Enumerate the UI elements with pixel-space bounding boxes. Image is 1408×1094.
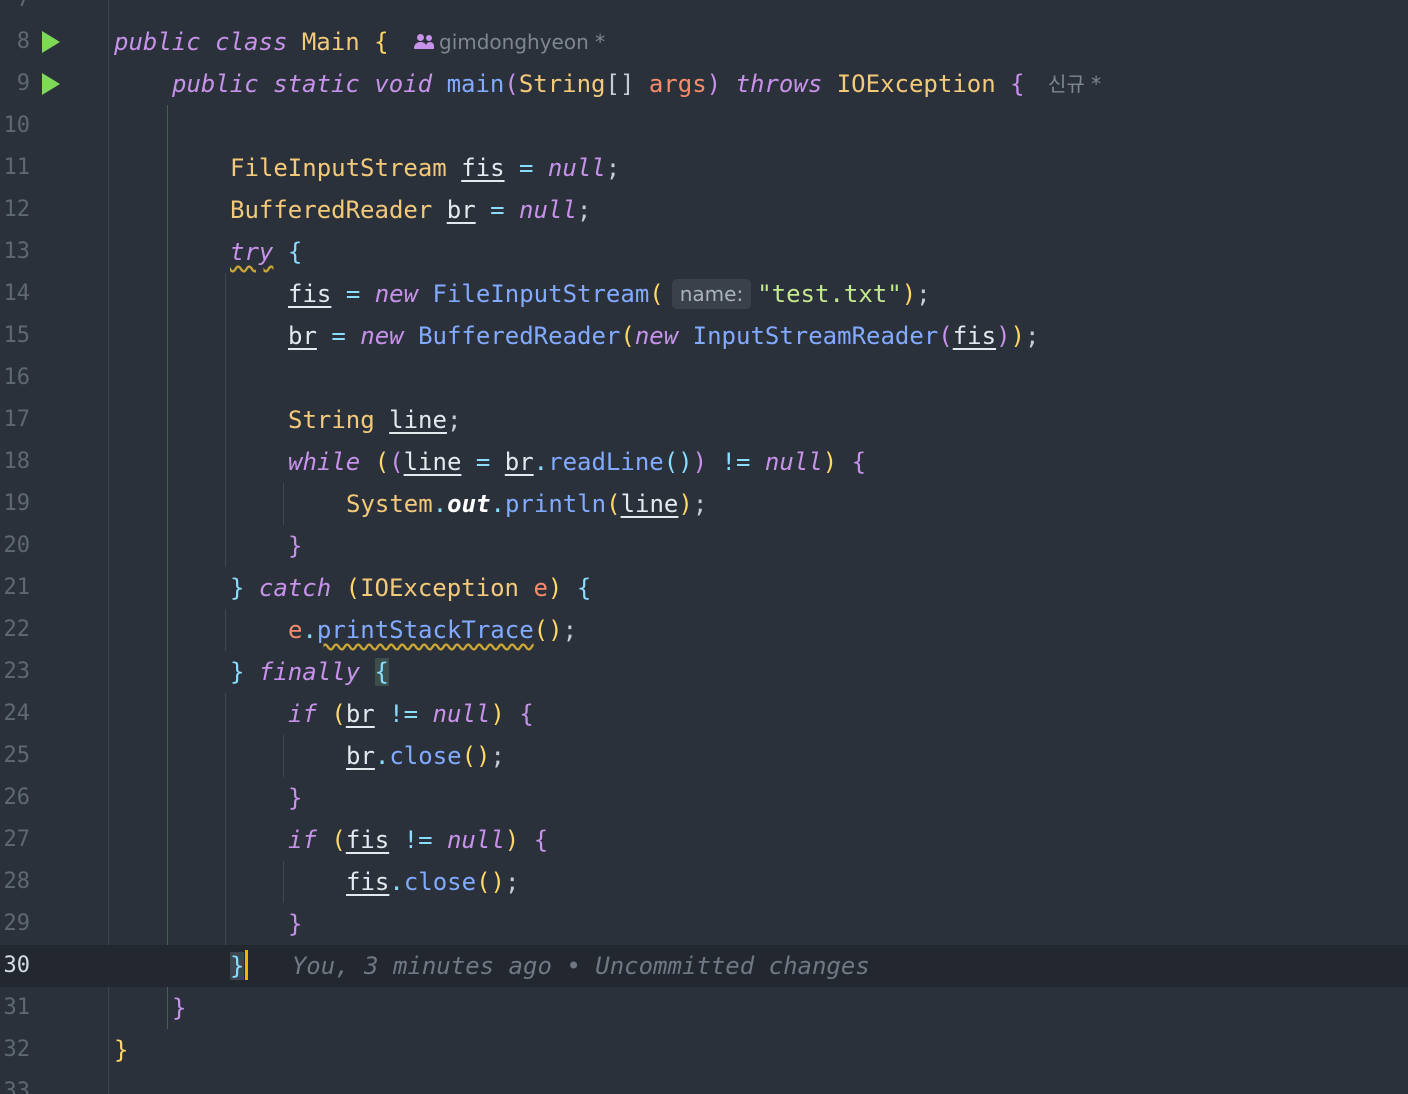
code-line[interactable]: 25 br.close();: [0, 735, 1408, 777]
code-line[interactable]: 28 fis.close();: [0, 861, 1408, 903]
line-number: 11: [3, 155, 31, 180]
line-number: 22: [3, 617, 31, 642]
code-line[interactable]: 18 while ((line = br.readLine()) != null…: [0, 441, 1408, 483]
git-blame-annotation[interactable]: You, 3 minutes ago • Uncommitted changes: [292, 952, 870, 980]
text-caret: [245, 950, 249, 980]
matched-brace: {: [374, 658, 389, 686]
line-number: 18: [3, 449, 31, 474]
line-number: 15: [3, 323, 31, 348]
line-number: 28: [3, 869, 31, 894]
code-line[interactable]: 17 String line;: [0, 399, 1408, 441]
code-line[interactable]: 19 System.out.println(line);: [0, 483, 1408, 525]
line-number: 26: [3, 785, 31, 810]
line-number: 17: [3, 407, 31, 432]
line-number: 20: [3, 533, 31, 558]
code-editor[interactable]: 7 8 public class Main { gimdonghyeon * 9…: [0, 0, 1408, 1094]
code-line[interactable]: 16: [0, 357, 1408, 399]
code-line[interactable]: 32 }: [0, 1029, 1408, 1071]
line-number: 10: [3, 113, 31, 138]
line-number: 16: [3, 365, 31, 390]
code-line[interactable]: 31 }: [0, 987, 1408, 1029]
author-hint[interactable]: gimdonghyeon *: [414, 21, 605, 63]
code-line[interactable]: 12 BufferedReader br = null;: [0, 189, 1408, 231]
line-number: 24: [3, 701, 31, 726]
run-main-icon[interactable]: [42, 73, 60, 95]
code-line[interactable]: 27 if (fis != null) {: [0, 819, 1408, 861]
code-line[interactable]: 21 } catch (IOException e) {: [0, 567, 1408, 609]
code-line[interactable]: 10: [0, 105, 1408, 147]
code-line[interactable]: 33: [0, 1071, 1408, 1094]
line-number: 19: [3, 491, 31, 516]
code-line[interactable]: 8 public class Main { gimdonghyeon *: [0, 21, 1408, 63]
code-line[interactable]: 13 try {: [0, 231, 1408, 273]
line-number: 8: [16, 29, 30, 54]
line-number: 33: [3, 1079, 31, 1094]
line-number: 23: [3, 659, 31, 684]
code-line[interactable]: 9 public static void main(String[] args)…: [0, 63, 1408, 105]
line-number: 13: [3, 239, 31, 264]
line-number: 25: [3, 743, 31, 768]
line-number: 12: [3, 197, 31, 222]
line-number: 21: [3, 575, 31, 600]
line-number: 32: [3, 1037, 31, 1062]
line-number: 31: [3, 995, 31, 1020]
code-line[interactable]: 11 FileInputStream fis = null;: [0, 147, 1408, 189]
line-number: 7: [0, 0, 30, 21]
new-hint[interactable]: 신규 *: [1048, 63, 1101, 105]
code-line[interactable]: 24 if (br != null) {: [0, 693, 1408, 735]
current-code-line[interactable]: 30 } You, 3 minutes ago • Uncommitted ch…: [0, 945, 1408, 987]
code-line[interactable]: 23 } finally {: [0, 651, 1408, 693]
code-line[interactable]: 29 }: [0, 903, 1408, 945]
parameter-hint: name:: [671, 279, 752, 309]
line-number: 14: [3, 281, 31, 306]
code-line[interactable]: 26 }: [0, 777, 1408, 819]
users-icon: [414, 33, 434, 51]
line-number: 29: [3, 911, 31, 936]
line-number: 30: [3, 953, 31, 978]
matched-brace: }: [230, 952, 245, 980]
code-line[interactable]: 20 }: [0, 525, 1408, 567]
line-number: 9: [16, 71, 30, 96]
run-class-icon[interactable]: [42, 31, 60, 53]
line-number: 27: [3, 827, 31, 852]
code-line[interactable]: 7: [0, 0, 1408, 21]
code-line[interactable]: 14 fis = new FileInputStream(name: "test.…: [0, 273, 1408, 315]
code-line[interactable]: 15 br = new BufferedReader(new InputStre…: [0, 315, 1408, 357]
code-line[interactable]: 22 e.printStackTrace();: [0, 609, 1408, 651]
